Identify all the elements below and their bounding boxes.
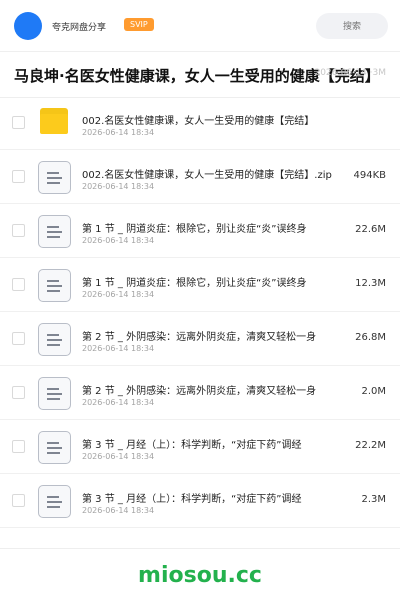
- file-date: 2026-06-14 18:34: [82, 128, 155, 137]
- file-size: 22.6M: [355, 224, 386, 235]
- file-row[interactable]: 002.名医女性健康课，女人一生受用的健康【完结】 2026-06-14 18:…: [0, 96, 400, 150]
- footer: miosou.cc: [0, 548, 400, 600]
- file-size: 22.2M: [355, 440, 386, 451]
- file-row[interactable]: 第 3 节 _ 月经（上）：科学判断，“对症下药”调经 2026-06-14 1…: [0, 420, 400, 474]
- watermark: miosou.cc: [138, 563, 262, 588]
- document-icon: [38, 485, 71, 518]
- file-size: 12.3M: [355, 278, 386, 289]
- file-size: 2.0M: [361, 386, 386, 397]
- file-row[interactable]: 第 2 节 _ 外阴感染：远离外阴炎症，清爽又轻松一身 2026-06-14 1…: [0, 366, 400, 420]
- document-icon: [38, 215, 71, 248]
- row-checkbox[interactable]: [12, 494, 25, 507]
- document-icon: [38, 161, 71, 194]
- app-header: 夸克网盘分享 SVIP: [0, 0, 400, 52]
- file-row[interactable]: 第 1 节 _ 阴道炎症：根除它，别让炎症“炎”误终身 2026-06-14 1…: [0, 258, 400, 312]
- file-date: 2026-06-14 18:34: [82, 290, 155, 299]
- file-row[interactable]: 002.名医女性健康课，女人一生受用的健康【完结】.zip 2026-06-14…: [0, 150, 400, 204]
- file-size: 2.3M: [361, 494, 386, 505]
- row-checkbox[interactable]: [12, 440, 25, 453]
- row-checkbox[interactable]: [12, 278, 25, 291]
- file-row[interactable]: 第 2 节 _ 外阴感染：远离外阴炎症，清爽又轻松一身 2026-06-14 1…: [0, 312, 400, 366]
- file-name[interactable]: 002.名医女性健康课，女人一生受用的健康【完结】.zip: [82, 166, 344, 181]
- document-icon: [38, 377, 71, 410]
- file-name[interactable]: 第 1 节 _ 阴道炎症：根除它，别让炎症“炎”误终身: [82, 220, 344, 235]
- file-name[interactable]: 第 3 节 _ 月经（上）：科学判断，“对症下药”调经: [82, 490, 344, 505]
- file-date: 2026-06-14 18:34: [82, 344, 155, 353]
- file-size: 26.8M: [355, 332, 386, 343]
- row-checkbox[interactable]: [12, 386, 25, 399]
- row-checkbox[interactable]: [12, 170, 25, 183]
- file-date: 2026-06-14 18:34: [82, 398, 155, 407]
- brand-name: 夸克网盘分享: [52, 23, 107, 33]
- folder-icon: [40, 108, 68, 134]
- file-date: 2026-06-14 18:34: [82, 236, 155, 245]
- file-size: 494KB: [353, 170, 386, 181]
- file-row[interactable]: 第 3 节 _ 月经（上）：科学判断，“对症下药”调经 2026-06-14 1…: [0, 474, 400, 528]
- file-name[interactable]: 第 2 节 _ 外阴感染：远离外阴炎症，清爽又轻松一身: [82, 328, 344, 343]
- document-icon: [38, 431, 71, 464]
- file-row[interactable]: 第 1 节 _ 阴道炎症：根除它，别让炎症“炎”误终身 2026-06-14 1…: [0, 204, 400, 258]
- file-date: 2026-06-14 18:34: [82, 506, 155, 515]
- row-checkbox[interactable]: [12, 224, 25, 237]
- file-name[interactable]: 第 3 节 _ 月经（上）：科学判断，“对症下药”调经: [82, 436, 344, 451]
- file-list: 002.名医女性健康课，女人一生受用的健康【完结】 2026-06-14 18:…: [0, 96, 400, 528]
- title-meta: 2026-06-14 ·3M: [314, 68, 386, 78]
- row-checkbox[interactable]: [12, 332, 25, 345]
- file-date: 2026-06-14 18:34: [82, 182, 155, 191]
- row-checkbox[interactable]: [12, 116, 25, 129]
- search-input[interactable]: [316, 13, 388, 39]
- share-title-row: 马良坤·名医女性健康课，女人一生受用的健康【完结】 2026-06-14 ·3M: [0, 52, 400, 98]
- document-icon: [38, 323, 71, 356]
- file-date: 2026-06-14 18:34: [82, 452, 155, 461]
- file-name[interactable]: 第 1 节 _ 阴道炎症：根除它，别让炎症“炎”误终身: [82, 274, 344, 289]
- file-name[interactable]: 002.名医女性健康课，女人一生受用的健康【完结】: [82, 112, 344, 127]
- avatar[interactable]: [14, 12, 42, 40]
- document-icon: [38, 269, 71, 302]
- svip-badge[interactable]: SVIP: [124, 18, 154, 31]
- file-name[interactable]: 第 2 节 _ 外阴感染：远离外阴炎症，清爽又轻松一身: [82, 382, 344, 397]
